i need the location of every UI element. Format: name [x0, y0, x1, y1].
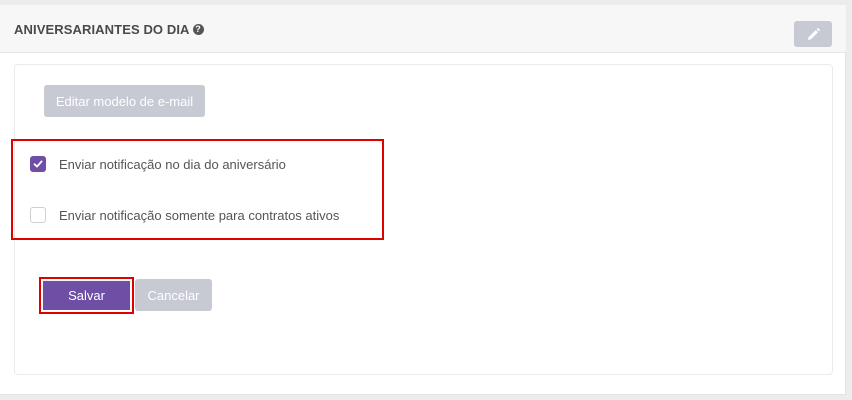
- panel-title: ANIVERSARIANTES DO DIA ?: [14, 22, 204, 37]
- save-button[interactable]: Salvar: [39, 277, 134, 314]
- cancel-button[interactable]: Cancelar: [135, 279, 212, 311]
- birthday-notification-label: Enviar notificação no dia do aniversário: [59, 156, 286, 172]
- save-button-label: Salvar: [43, 281, 130, 310]
- option-birthday-notification[interactable]: Enviar notificação no dia do aniversário: [30, 156, 286, 172]
- option-active-contracts-notification[interactable]: Enviar notificação somente para contrato…: [30, 207, 339, 223]
- panel-header: ANIVERSARIANTES DO DIA ?: [0, 5, 846, 53]
- active-contracts-checkbox[interactable]: [30, 207, 46, 223]
- active-contracts-label: Enviar notificação somente para contrato…: [59, 207, 340, 223]
- birthday-notification-checkbox[interactable]: [30, 156, 46, 172]
- panel-title-text: ANIVERSARIANTES DO DIA: [14, 22, 190, 37]
- edit-email-template-button[interactable]: Editar modelo de e-mail: [44, 85, 205, 117]
- question-circle-icon[interactable]: ?: [192, 24, 204, 35]
- check-icon: [33, 160, 43, 168]
- pencil-icon: [807, 27, 820, 40]
- edit-button[interactable]: [794, 21, 832, 47]
- options-highlight-box: [11, 139, 384, 240]
